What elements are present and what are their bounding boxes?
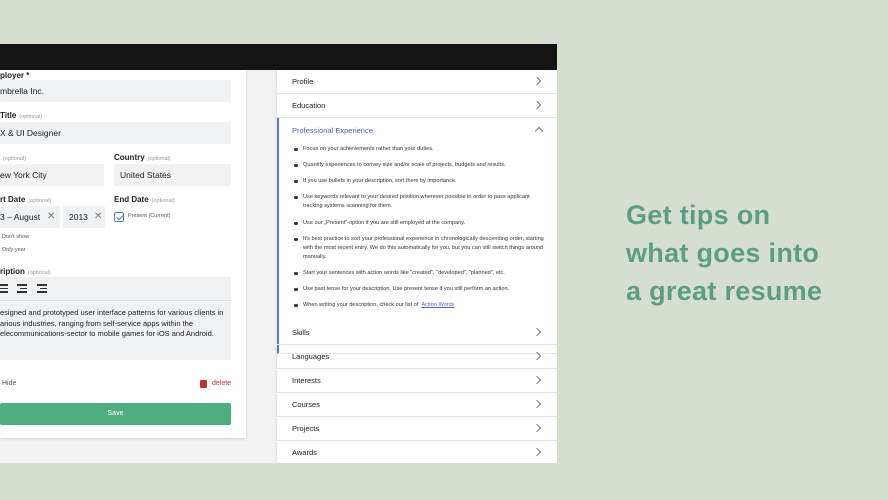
tip-item: If you use bullets in your description, … [292, 177, 547, 186]
tip-text: When writing your description, check our… [303, 302, 419, 308]
section-interests[interactable]: Interests [277, 369, 557, 393]
tagline-line: what goes into [626, 238, 820, 268]
tip-item: When writing your description, check our… [292, 301, 547, 310]
present-label: Present (Current) [128, 213, 171, 219]
tip-item: Use past tense for your description. Use… [292, 285, 547, 294]
dont-show-option[interactable]: Don't show [2, 234, 29, 240]
description-textarea[interactable]: esigned and prototyped user interface pa… [0, 302, 231, 360]
list-icon[interactable] [0, 284, 8, 293]
chevron-up-icon[interactable] [534, 126, 544, 136]
section-education[interactable]: Education [277, 94, 557, 118]
editor-toolbar [0, 277, 231, 301]
start-date-label: rt Date (optional) [0, 195, 52, 204]
section-title: Professional Experience [292, 126, 373, 135]
description-line: elecommunications-sector to mobile games… [0, 329, 214, 338]
section-title: Education [292, 101, 326, 110]
window-top-bar [0, 44, 557, 70]
city-input[interactable]: ew York City [0, 164, 104, 186]
tagline-line: a great resume [626, 276, 823, 306]
section-courses[interactable]: Courses [277, 393, 557, 417]
chevron-right-icon [532, 327, 542, 337]
present-checkbox[interactable] [114, 212, 124, 222]
section-skills[interactable]: Skills [277, 321, 557, 345]
chevron-right-icon [532, 423, 542, 433]
description-line: arious industries, ranging from self-ser… [0, 318, 194, 328]
description-line: esigned and prototyped user interface pa… [0, 308, 224, 317]
action-words-link[interactable]: Action Words [421, 302, 454, 308]
delete-button[interactable]: delete [212, 380, 231, 387]
chevron-right-icon [532, 375, 542, 385]
employer-input[interactable]: mbrella Inc. [0, 80, 231, 102]
section-projects[interactable]: Projects [277, 417, 557, 441]
outdent-icon[interactable] [17, 284, 27, 293]
chevron-right-icon [532, 76, 542, 86]
tip-item: Quantify experiences to convey size and/… [292, 161, 547, 170]
city-label: (optional) [3, 156, 26, 162]
app-window: ployer * mbrella Inc. Title (optional) X … [0, 44, 557, 463]
tip-item: Start your sentences with action words l… [292, 269, 547, 278]
country-input[interactable]: United States [114, 164, 231, 186]
close-icon[interactable]: ✕ [47, 206, 55, 228]
sections-accordion: Profile Education Professional Experienc… [277, 70, 557, 463]
chevron-right-icon [532, 100, 542, 110]
save-button[interactable]: Save [0, 403, 231, 425]
tip-item: It's best practice to sort your professi… [292, 235, 547, 262]
experience-form: ployer * mbrella Inc. Title (optional) X … [0, 70, 246, 438]
employer-label: ployer * [0, 71, 30, 80]
tip-item: Use our „Present“-option if you are stil… [292, 219, 547, 228]
section-awards[interactable]: Awards [277, 441, 557, 463]
tagline: Get tips on what goes into a great resum… [626, 196, 822, 310]
section-title: Projects [292, 424, 320, 433]
country-label: Country (optional) [114, 153, 171, 162]
chevron-right-icon [532, 399, 542, 409]
section-professional-experience[interactable]: Professional Experience Focus on your ac… [277, 118, 557, 354]
section-title: Languages [292, 352, 330, 361]
only-year-option[interactable]: Only year [2, 247, 26, 253]
tip-item: Use keywords relevant to your desired po… [292, 193, 547, 211]
close-icon[interactable]: ✕ [94, 206, 102, 228]
section-title: Interests [292, 376, 321, 385]
hide-button[interactable]: Hide [2, 380, 16, 387]
section-profile[interactable]: Profile [277, 70, 557, 94]
description-label: ription (optional) [0, 267, 51, 276]
end-date-label: End Date (optional) [114, 195, 175, 204]
indent-icon[interactable] [37, 284, 47, 293]
section-title: Profile [292, 77, 314, 86]
section-title: Awards [292, 448, 317, 457]
tagline-line: Get tips on [626, 200, 771, 230]
chevron-right-icon [532, 447, 542, 457]
section-title: Skills [292, 328, 310, 337]
job-title-label: Title (optional) [0, 111, 43, 120]
section-languages[interactable]: Languages [277, 345, 557, 369]
chevron-right-icon [532, 351, 542, 361]
trash-icon[interactable] [200, 380, 207, 388]
section-title: Courses [292, 400, 320, 409]
job-title-input[interactable]: X & UI Designer [0, 122, 231, 144]
tip-item: Focus on your achievements rather than y… [292, 145, 547, 154]
